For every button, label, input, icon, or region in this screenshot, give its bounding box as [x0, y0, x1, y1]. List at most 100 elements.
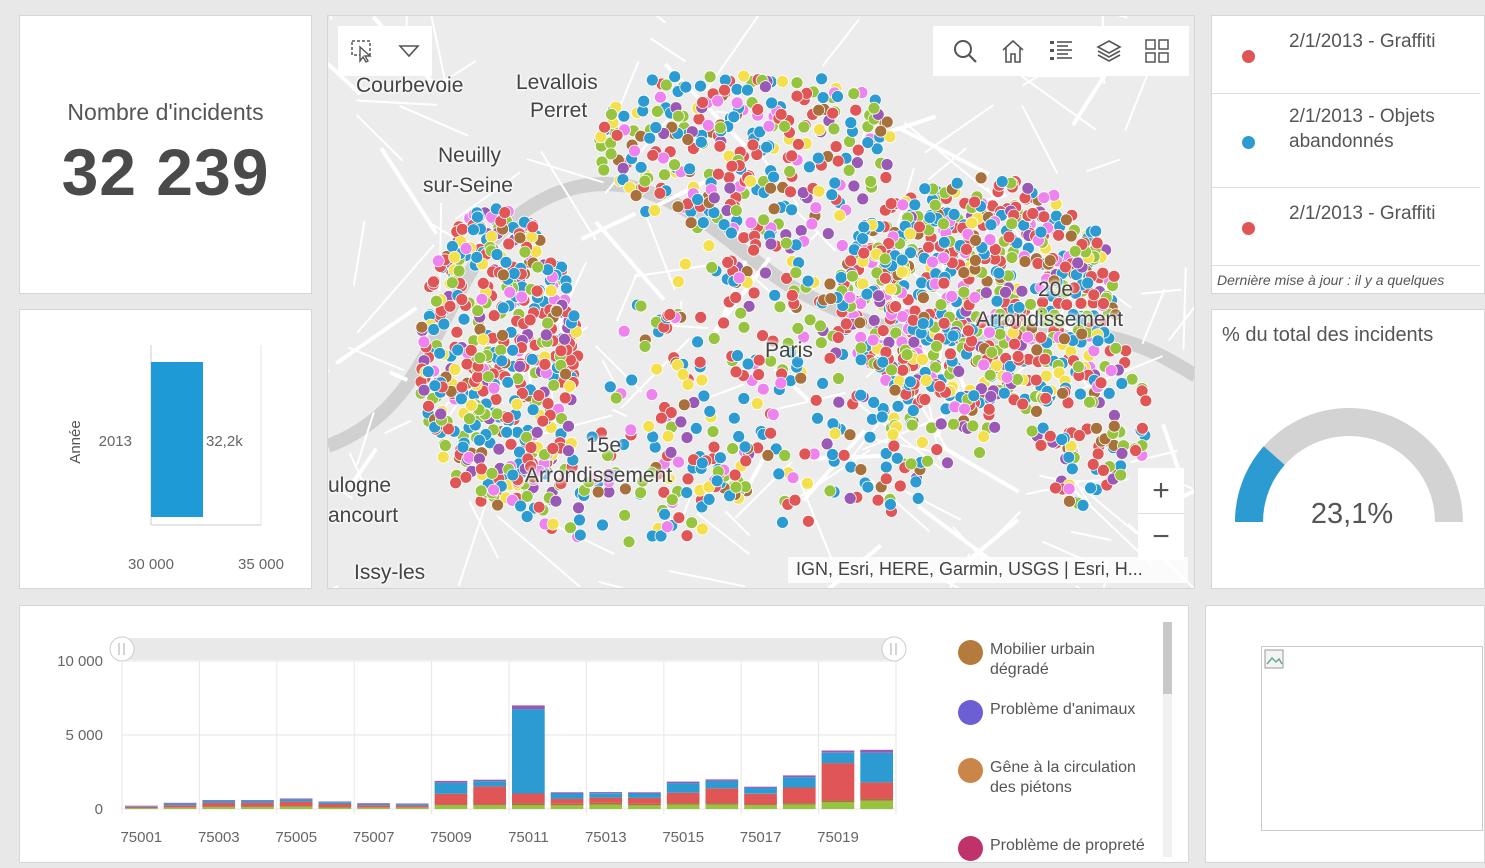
incident-point[interactable] — [680, 486, 694, 500]
incident-point[interactable] — [739, 454, 753, 468]
incident-point[interactable] — [915, 276, 928, 290]
incident-point[interactable] — [654, 411, 668, 425]
incident-point[interactable] — [471, 304, 485, 318]
incident-point[interactable] — [762, 119, 776, 133]
incident-point[interactable] — [728, 468, 742, 482]
incident-point[interactable] — [506, 343, 520, 357]
incident-point[interactable] — [990, 294, 1004, 308]
bar-segment-75014[interactable] — [628, 805, 661, 809]
incident-point[interactable] — [903, 227, 917, 241]
incident-point[interactable] — [464, 398, 478, 412]
incident-point[interactable] — [918, 393, 932, 406]
incident-point[interactable] — [481, 370, 495, 384]
incident-point[interactable] — [834, 271, 848, 284]
incident-point[interactable] — [546, 442, 560, 455]
incident-point[interactable] — [1021, 330, 1035, 344]
incident-point[interactable] — [916, 353, 929, 367]
incident-point[interactable] — [783, 165, 797, 178]
incident-point[interactable] — [995, 175, 1009, 189]
incident-point[interactable] — [672, 511, 686, 525]
incident-map[interactable]: Courbevoie Levallois Perret Neuilly sur-… — [327, 15, 1195, 589]
incident-point[interactable] — [729, 365, 743, 379]
bar-segment-75010[interactable] — [473, 781, 506, 787]
incident-point[interactable] — [917, 291, 930, 305]
incident-point[interactable] — [466, 223, 480, 237]
incident-point[interactable] — [680, 529, 694, 543]
incident-point[interactable] — [879, 171, 893, 184]
incident-point[interactable] — [785, 288, 799, 302]
bar-segment-75018[interactable] — [782, 787, 816, 804]
incident-point[interactable] — [598, 120, 611, 134]
bar-segment-75015[interactable] — [666, 804, 700, 809]
bar-segment-75005[interactable] — [279, 798, 313, 800]
incident-point[interactable] — [937, 316, 951, 330]
incident-point[interactable] — [864, 175, 878, 188]
incident-point[interactable] — [875, 410, 889, 424]
incident-point[interactable] — [884, 282, 897, 296]
incident-point[interactable] — [1096, 266, 1110, 280]
incident-point[interactable] — [825, 188, 839, 202]
incident-point[interactable] — [824, 292, 838, 306]
bar-segment-75002[interactable] — [163, 805, 197, 808]
incident-point[interactable] — [718, 83, 731, 97]
incident-point[interactable] — [660, 520, 674, 534]
incident-point[interactable] — [908, 198, 922, 212]
incident-point[interactable] — [500, 425, 514, 439]
incident-point[interactable] — [496, 268, 510, 282]
incident-point[interactable] — [983, 368, 997, 382]
incident-point[interactable] — [821, 227, 835, 241]
incident-point[interactable] — [895, 253, 909, 267]
incident-point[interactable] — [788, 493, 802, 507]
bar-segment-75009[interactable] — [434, 804, 468, 806]
incident-point[interactable] — [922, 240, 935, 254]
bar-segment-75019[interactable] — [821, 750, 855, 753]
bar-segment-75005[interactable] — [279, 801, 313, 806]
bar-segment-75005[interactable] — [279, 806, 313, 807]
incident-point[interactable] — [985, 345, 999, 359]
incident-point[interactable] — [681, 133, 695, 146]
incident-point[interactable] — [455, 293, 469, 306]
incident-point[interactable] — [676, 367, 690, 381]
incident-point[interactable] — [634, 160, 648, 174]
incident-point[interactable] — [643, 131, 657, 145]
incident-point[interactable] — [1002, 230, 1016, 244]
incident-point[interactable] — [596, 518, 609, 532]
incident-point[interactable] — [439, 439, 452, 452]
incident-point[interactable] — [888, 383, 902, 397]
incident-point[interactable] — [572, 501, 585, 515]
incident-point[interactable] — [530, 284, 544, 298]
incident-point[interactable] — [867, 314, 881, 327]
incident-point[interactable] — [624, 423, 638, 437]
legend-item[interactable]: Gêne à la circulation des piétons — [958, 758, 1158, 818]
bar-segment-75007[interactable] — [357, 805, 390, 808]
bar-segment-75012[interactable] — [550, 792, 584, 794]
incident-point[interactable] — [1021, 181, 1035, 195]
incident-point[interactable] — [764, 237, 778, 251]
bar-segment-75006[interactable] — [318, 802, 352, 804]
bar-segment-75010[interactable] — [473, 779, 506, 782]
incident-point[interactable] — [437, 317, 451, 331]
incident-point[interactable] — [947, 207, 961, 221]
incident-point[interactable] — [492, 442, 506, 456]
bar-segment-75013[interactable] — [589, 797, 623, 803]
incident-point[interactable] — [831, 154, 845, 168]
incident-point[interactable] — [1018, 255, 1032, 269]
incident-point[interactable] — [969, 253, 982, 267]
incident-point[interactable] — [634, 486, 648, 500]
incident-point[interactable] — [916, 435, 929, 449]
incident-point[interactable] — [984, 218, 998, 232]
incident-point[interactable] — [764, 181, 778, 195]
incident-point[interactable] — [974, 171, 988, 185]
incident-point[interactable] — [649, 121, 663, 134]
incident-point[interactable] — [658, 507, 672, 521]
incident-point[interactable] — [1065, 462, 1079, 476]
incident-point[interactable] — [448, 250, 461, 264]
incident-point[interactable] — [563, 379, 577, 393]
incident-point[interactable] — [507, 267, 521, 280]
incident-point[interactable] — [661, 429, 675, 443]
incident-point[interactable] — [703, 70, 717, 84]
incident-point[interactable] — [638, 174, 652, 188]
incident-point[interactable] — [1030, 404, 1043, 418]
bar-segment-75004[interactable] — [241, 802, 274, 807]
incident-point[interactable] — [431, 254, 445, 268]
